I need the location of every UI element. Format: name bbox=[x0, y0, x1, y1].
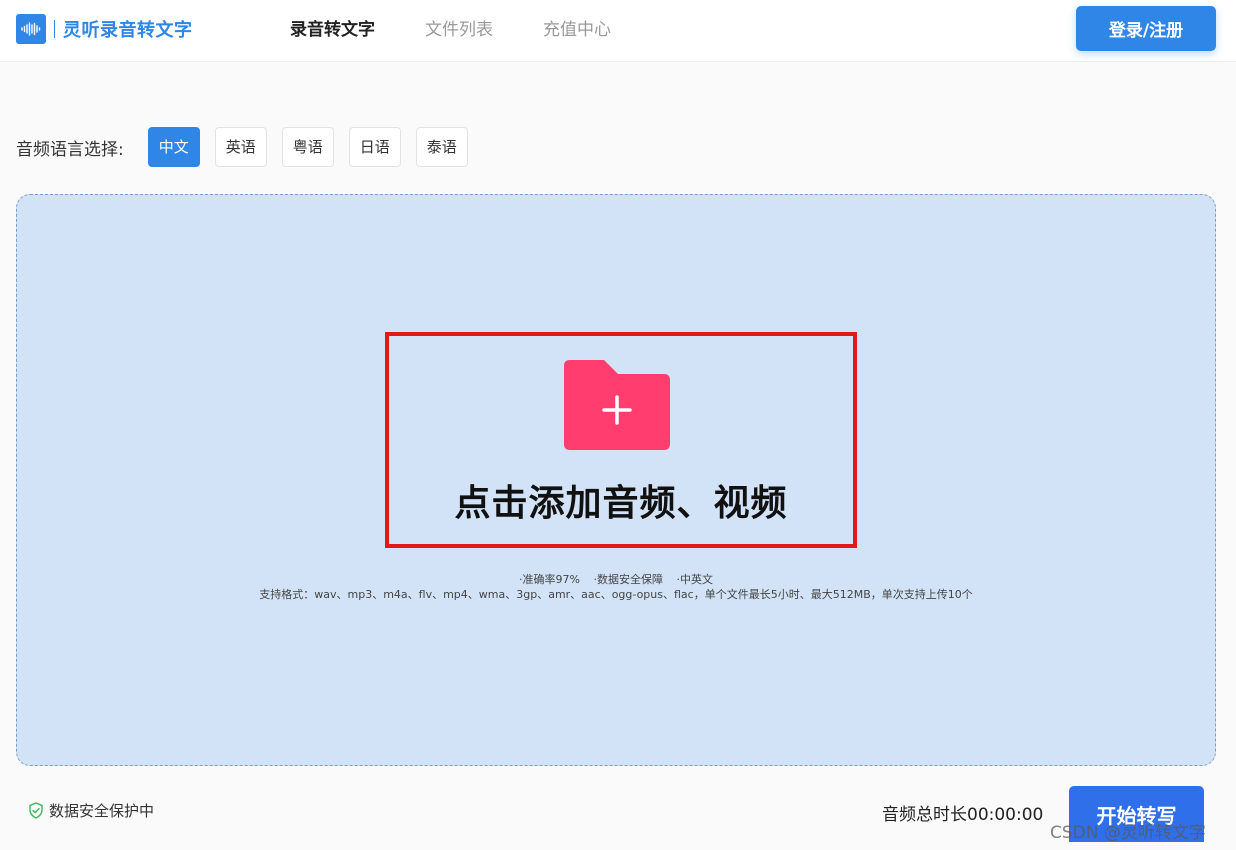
nav-item-file-list[interactable]: 文件列表 bbox=[425, 18, 493, 42]
security-status: 数据安全保护中 bbox=[28, 800, 154, 821]
language-label: 音频语言选择: bbox=[16, 139, 124, 160]
supported-formats: 支持格式：wav、mp3、m4a、flv、mp4、wma、3gp、amr、aac… bbox=[259, 588, 973, 601]
lang-option-thai[interactable]: 泰语 bbox=[415, 127, 468, 167]
audio-duration: 音频总时长00:00:00 bbox=[882, 805, 1044, 825]
security-text: 数据安全保护中 bbox=[49, 802, 155, 820]
logo-divider bbox=[54, 20, 55, 38]
top-header: 灵听录音转文字 录音转文字 文件列表 充值中心 登录/注册 bbox=[0, 0, 1236, 62]
app-name: 灵听录音转文字 bbox=[63, 20, 193, 41]
file-drop-zone[interactable]: 点击添加音频、视频 ·准确率97% ·数据安全保障 ·中英文 支持格式：wav、… bbox=[16, 194, 1216, 766]
lang-option-english[interactable]: 英语 bbox=[214, 127, 267, 167]
login-register-button[interactable]: 登录/注册 bbox=[1076, 6, 1216, 51]
nav-item-recharge[interactable]: 充值中心 bbox=[543, 18, 611, 42]
feature-list: ·准确率97% ·数据安全保障 ·中英文 bbox=[17, 571, 1215, 587]
upload-title: 点击添加音频、视频 bbox=[454, 483, 788, 524]
shield-check-icon bbox=[29, 802, 43, 819]
folder-plus-icon bbox=[564, 360, 670, 450]
add-file-button[interactable]: 点击添加音频、视频 bbox=[385, 332, 857, 548]
feature-security: ·数据安全保障 bbox=[593, 573, 663, 586]
lang-option-chinese[interactable]: 中文 bbox=[147, 127, 200, 167]
main-nav: 录音转文字 文件列表 充值中心 bbox=[290, 18, 661, 42]
sound-wave-icon bbox=[16, 14, 46, 44]
lang-option-cantonese[interactable]: 粤语 bbox=[281, 127, 334, 167]
feature-languages: ·中英文 bbox=[676, 573, 713, 586]
app-logo[interactable]: 灵听录音转文字 bbox=[16, 14, 193, 44]
feature-accuracy: ·准确率97% bbox=[519, 573, 580, 586]
watermark: CSDN @灵听转文字 bbox=[1050, 823, 1206, 843]
language-selector: 音频语言选择: 中文 英语 粤语 日语 泰语 bbox=[16, 127, 483, 167]
nav-item-transcribe[interactable]: 录音转文字 bbox=[290, 18, 375, 42]
lang-option-japanese[interactable]: 日语 bbox=[348, 127, 401, 167]
